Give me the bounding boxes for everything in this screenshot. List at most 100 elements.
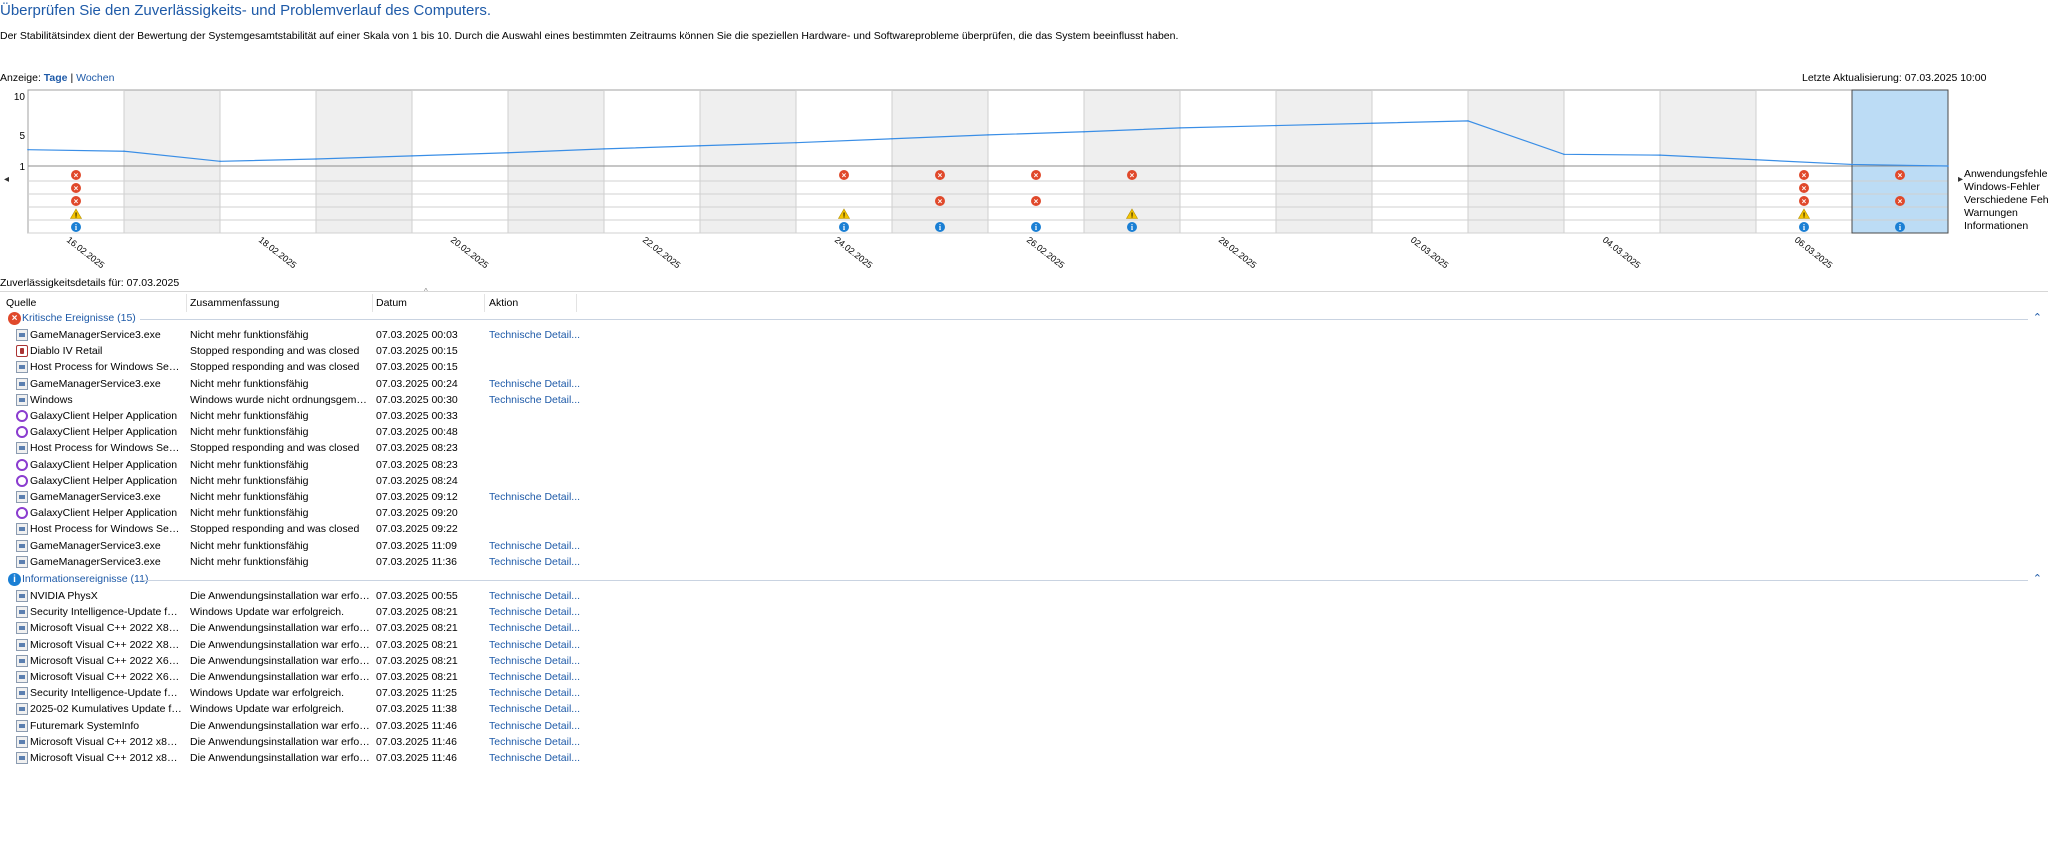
day-column[interactable] (1852, 90, 1948, 233)
table-row[interactable]: Host Process for Windows Services Stopped… (0, 440, 2048, 456)
stability-point (507, 151, 509, 154)
row-action-link[interactable]: Technische Detail... (489, 685, 589, 701)
view-weeks-link[interactable]: Wochen (76, 72, 114, 84)
row-action-link[interactable]: Technische Detail... (489, 637, 589, 653)
table-row[interactable]: Windows Windows wurde nicht ordnungsgemäß… (0, 392, 2048, 408)
row-action-link[interactable]: Technische Detail... (489, 538, 589, 554)
day-column[interactable] (316, 90, 412, 233)
row-date: 07.03.2025 08:21 (376, 606, 458, 619)
day-column[interactable] (1372, 90, 1468, 233)
row-action-link[interactable]: Technische Detail... (489, 489, 589, 505)
error-icon-glyph: × (938, 197, 943, 206)
table-row[interactable]: GalaxyClient Helper Application Nicht meh… (0, 473, 2048, 489)
row-source: Microsoft Visual C++ 2022 X64 Mi... (30, 654, 182, 667)
column-header-action[interactable]: Aktion (489, 295, 518, 311)
row-date: 07.03.2025 00:55 (376, 590, 458, 602)
row-date: 07.03.2025 11:38 (376, 703, 457, 716)
row-action-link[interactable]: Technische Detail... (489, 554, 589, 570)
day-column[interactable] (604, 90, 700, 233)
column-divider[interactable] (186, 294, 187, 312)
day-column[interactable] (700, 90, 796, 233)
row-action-link[interactable]: Technische Detail... (489, 588, 589, 604)
column-divider[interactable] (372, 294, 373, 312)
row-action-link[interactable]: Technische Detail... (489, 604, 589, 620)
table-row[interactable]: Security Intelligence-Update für M... Win… (0, 604, 2048, 620)
application-icon (16, 539, 28, 552)
column-header-source[interactable]: Quelle (6, 295, 36, 311)
table-row[interactable]: NVIDIA PhysX Die Anwendungsinstallation w… (0, 588, 2048, 604)
stability-chart-svg[interactable]: 1051× × × × × × ×× ×× × × × ×!!! !i i i i i i i16.02.2025 1… (0, 88, 1967, 274)
day-column[interactable] (412, 90, 508, 233)
row-source: GalaxyClient Helper Application (30, 474, 178, 487)
scroll-right-arrow[interactable]: ▸ (1958, 174, 1963, 185)
day-column[interactable] (1564, 90, 1660, 233)
day-column[interactable] (1660, 90, 1756, 233)
row-summary: Nicht mehr funktionsfähig (190, 329, 309, 341)
application-icon (16, 555, 28, 568)
day-column[interactable] (124, 90, 220, 233)
table-row[interactable]: GameManagerService3.exe Nicht mehr funkti… (0, 554, 2048, 570)
legend-item: Windows-Fehler (1964, 181, 2040, 193)
table-row[interactable]: Microsoft Visual C++ 2012 x86 Ad... Die A… (0, 750, 2048, 766)
table-row[interactable]: GalaxyClient Helper Application Nicht meh… (0, 457, 2048, 473)
table-row[interactable]: Microsoft Visual C++ 2022 X64 Mi... Die A… (0, 653, 2048, 669)
stability-point (987, 134, 989, 136)
table-row[interactable]: Diablo IV Retail Stopped responding and w… (0, 343, 2048, 359)
row-date: 07.03.2025 00:03 (376, 329, 458, 341)
row-action-link[interactable]: Technische Detail... (489, 669, 589, 685)
table-row[interactable]: GalaxyClient Helper Application Nicht meh… (0, 505, 2048, 521)
row-action-link[interactable]: Technische Detail... (489, 750, 589, 766)
row-date: 07.03.2025 08:21 (376, 638, 458, 651)
table-row[interactable]: GameManagerService3.exe Nicht mehr funkti… (0, 538, 2048, 554)
column-header-date[interactable]: Datum (376, 295, 407, 311)
table-row[interactable]: GalaxyClient Helper Application Nicht meh… (0, 408, 2048, 424)
view-days-link[interactable]: Tage (44, 72, 68, 84)
day-column[interactable] (988, 90, 1084, 233)
collapse-chevron-icon[interactable]: ⌃ (2033, 311, 2042, 324)
row-action-link[interactable]: Technische Detail... (489, 718, 589, 734)
stability-point (1947, 165, 1949, 167)
row-action-link[interactable]: Technische Detail... (489, 701, 589, 717)
column-header-summary[interactable]: Zusammenfassung (190, 295, 279, 311)
column-divider[interactable] (484, 294, 485, 312)
table-row[interactable]: Microsoft Visual C++ 2012 x86 Mi... Die A… (0, 734, 2048, 750)
stability-chart[interactable]: 10 5 1 × × × × × × × × × × × × × ×!!!! i i i i i i i 16.02.2025 1… (0, 88, 1967, 274)
error-icon-glyph: × (842, 171, 847, 180)
row-summary: Nicht mehr funktionsfähig (190, 410, 309, 422)
collapse-chevron-icon[interactable]: ⌃ (2033, 572, 2042, 585)
day-column[interactable] (1276, 90, 1372, 233)
event-group-header[interactable]: × Kritische Ereignisse (15) ⌃ (0, 311, 2048, 327)
row-action-link[interactable]: Technische Detail... (489, 653, 589, 669)
table-row[interactable]: Microsoft Visual C++ 2022 X86 Ad... Die A… (0, 637, 2048, 653)
day-column[interactable] (508, 90, 604, 233)
application-icon (16, 719, 28, 732)
table-row[interactable]: Security Intelligence-Update für M... Win… (0, 685, 2048, 701)
day-column[interactable] (1180, 90, 1276, 233)
table-row[interactable]: GameManagerService3.exe Nicht mehr funkti… (0, 376, 2048, 392)
event-group-header[interactable]: i Informationsereignisse (11) ⌃ (0, 572, 2048, 588)
day-column[interactable] (892, 90, 988, 233)
row-action-link[interactable]: Technische Detail... (489, 734, 589, 750)
scroll-left-arrow[interactable]: ◂ (4, 174, 9, 185)
row-action-link[interactable]: Technische Detail... (489, 392, 589, 408)
row-action-link[interactable]: Technische Detail... (489, 376, 589, 392)
row-action-link[interactable]: Technische Detail... (489, 620, 589, 636)
application-icon (16, 329, 28, 341)
column-divider[interactable] (576, 294, 577, 312)
day-column[interactable] (1468, 90, 1564, 233)
table-row[interactable]: Microsoft Visual C++ 2022 X64 Ad... Die A… (0, 669, 2048, 685)
table-row[interactable]: Microsoft Visual C++ 2022 X86 Mi... Die A… (0, 620, 2048, 636)
table-row[interactable]: GameManagerService3.exe Nicht mehr funkti… (0, 327, 2048, 343)
table-row[interactable]: 2025-02 Kumulatives Update für ... Window… (0, 701, 2048, 717)
page-description: Der Stabilitätsindex dient der Bewertung… (0, 30, 1179, 42)
table-row[interactable]: GameManagerService3.exe Nicht mehr funkti… (0, 489, 2048, 505)
row-action-link[interactable]: Technische Detail... (489, 327, 589, 343)
application-icon (16, 377, 28, 390)
table-row[interactable]: GalaxyClient Helper Application Nicht meh… (0, 424, 2048, 440)
table-row[interactable]: Host Process for Windows Services Stopped… (0, 521, 2048, 537)
legend-item: Verschiedene Fehler (1964, 194, 2048, 206)
table-row[interactable]: Host Process for Windows Services Stopped… (0, 359, 2048, 375)
table-row[interactable]: Futuremark SystemInfo Die Anwendungsinsta… (0, 718, 2048, 734)
row-source: Microsoft Visual C++ 2022 X86 Ad... (30, 638, 182, 651)
date-label: 04.03.2025 (1601, 235, 1643, 271)
